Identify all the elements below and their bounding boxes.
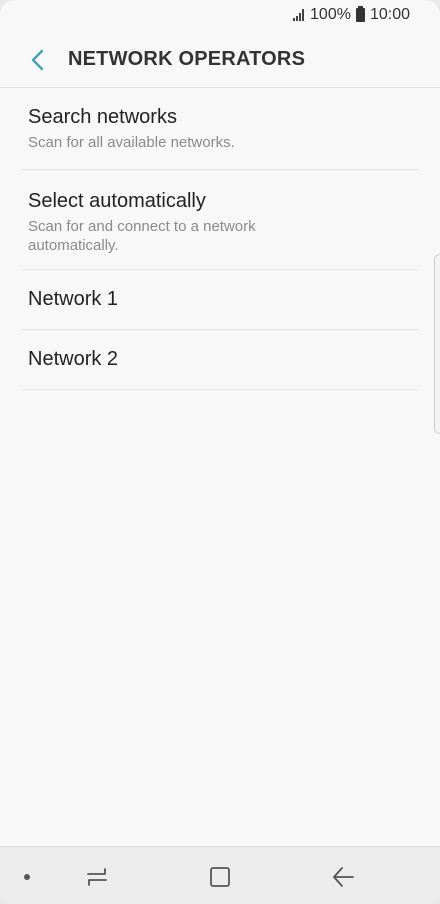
recent-apps-icon — [87, 868, 107, 886]
recent-apps-button[interactable] — [81, 861, 113, 893]
phone-screen: 100% 10:00 NETWORK OPERATORS Search netw… — [0, 0, 440, 904]
nav-back-button[interactable] — [327, 861, 359, 893]
nav-dot-indicator — [24, 874, 30, 880]
list-item-title: Search networks — [28, 106, 177, 128]
status-bar: 100% 10:00 — [0, 0, 440, 30]
chevron-left-icon — [31, 49, 44, 70]
list-item-title: Network 2 — [28, 348, 119, 370]
list-item-subtitle: Scan for all available networks. — [28, 134, 235, 151]
home-button[interactable] — [204, 861, 236, 893]
home-icon — [210, 867, 230, 887]
navigation-bar — [0, 846, 440, 904]
list-item-title: Network 1 — [28, 288, 119, 310]
list-item-select-automatically[interactable]: Select automatically Scan for and connec… — [22, 170, 418, 270]
back-arrow-icon — [333, 867, 354, 887]
back-button[interactable] — [16, 38, 60, 82]
list-item-title: Select automatically — [28, 190, 206, 212]
header-bar: NETWORK OPERATORS — [0, 32, 440, 88]
page-title: NETWORK OPERATORS — [68, 48, 306, 70]
settings-list: Search networks Scan for all available n… — [22, 88, 418, 390]
scroll-indicator[interactable] — [434, 254, 440, 434]
list-item-network-2[interactable]: Network 2 — [22, 330, 418, 390]
status-time: 10:00 — [369, 6, 410, 23]
battery-icon — [355, 6, 365, 22]
list-item-network-1[interactable]: Network 1 — [22, 270, 418, 330]
list-item-search-networks[interactable]: Search networks Scan for all available n… — [22, 88, 418, 170]
list-item-subtitle: Scan for and connect to a network automa… — [28, 218, 256, 254]
signal-icon — [293, 9, 305, 21]
battery-percent: 100% — [310, 6, 351, 23]
